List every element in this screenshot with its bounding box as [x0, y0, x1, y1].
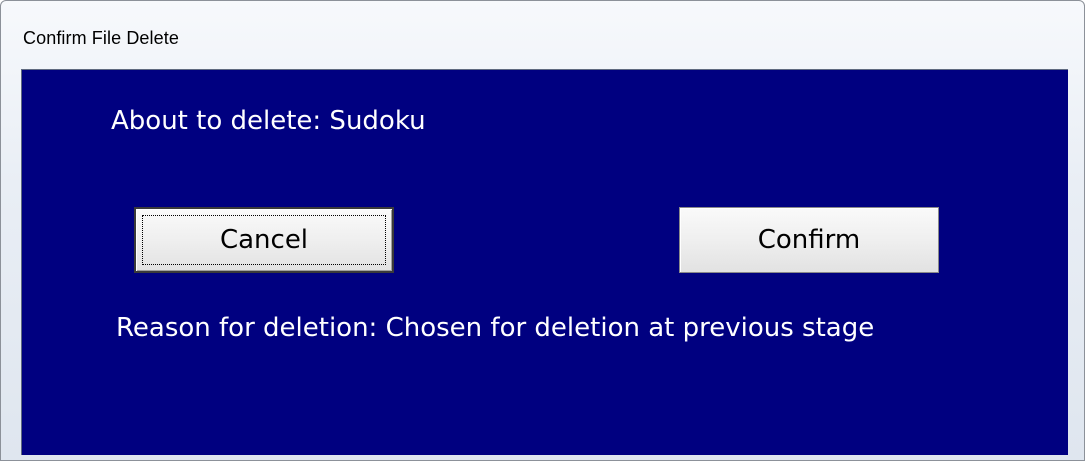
about-to-delete-label: About to delete: Sudoku — [111, 106, 426, 136]
confirm-file-delete-window: Confirm File Delete About to delete: Sud… — [0, 0, 1085, 461]
cancel-button-label: Cancel — [219, 225, 309, 255]
confirm-button[interactable]: Confirm — [679, 207, 939, 273]
dialog-content: About to delete: Sudoku Cancel Confirm R… — [21, 69, 1068, 455]
reason-for-deletion-label: Reason for deletion: Chosen for deletion… — [116, 313, 875, 343]
title-bar[interactable]: Confirm File Delete — [1, 1, 1084, 69]
confirm-button-label: Confirm — [757, 225, 861, 255]
cancel-button[interactable]: Cancel — [134, 207, 394, 273]
window-title: Confirm File Delete — [23, 28, 179, 48]
